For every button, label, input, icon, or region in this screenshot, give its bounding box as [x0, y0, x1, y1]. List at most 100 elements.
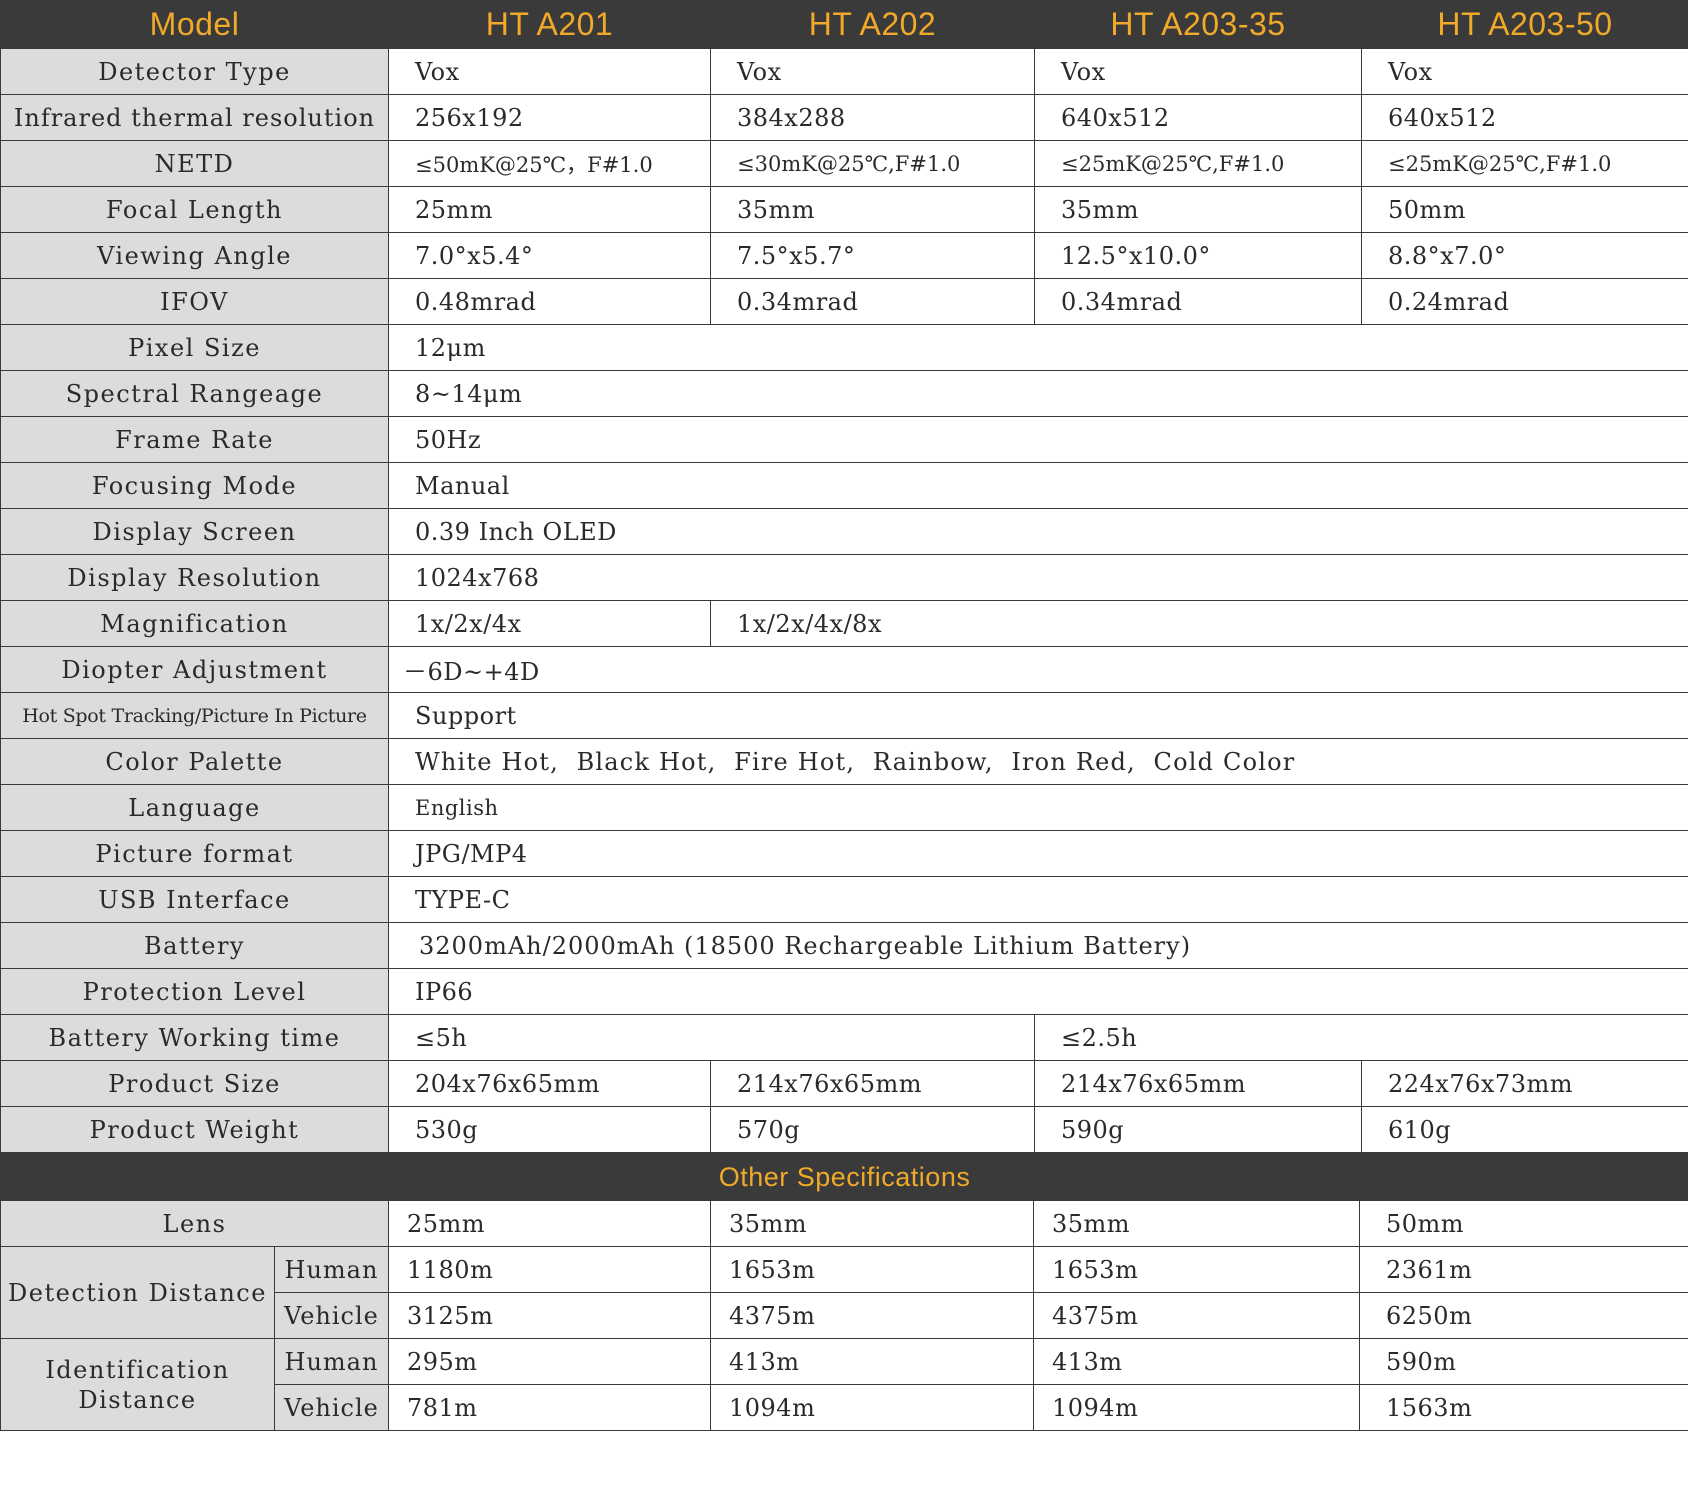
cell-value: ≤50mK@25℃，F#1.0 [388, 140, 711, 187]
cell-value: 50mm [1361, 186, 1688, 233]
cell-value: 12.5°x10.0° [1034, 232, 1362, 279]
row-diopter: Diopter Adjustment －6D~+4D [0, 646, 1688, 693]
row-pixel-size: Pixel Size 12μm [0, 324, 1688, 371]
row-detection-human: Detection Distance Human 1180m 1653m 165… [0, 1246, 1688, 1339]
cell-value: Support [388, 692, 1688, 739]
cell-value: Manual [388, 462, 1688, 509]
cell-value: 214x76x65mm [710, 1060, 1035, 1107]
cell-value: 295m [388, 1338, 711, 1385]
cell-value: 224x76x73mm [1361, 1060, 1688, 1107]
cell-value: 1563m [1358, 1384, 1688, 1431]
row-label: Pixel Size [0, 324, 389, 371]
cell-value: 413m [710, 1338, 1034, 1385]
row-label: Display Screen [0, 508, 389, 555]
row-label: Viewing Angle [0, 232, 389, 279]
cell-value: 256x192 [388, 94, 711, 141]
cell-value: 1x/2x/4x/8x [710, 600, 1688, 647]
cell-value: 2361m [1358, 1246, 1688, 1293]
cell-value: Vox [1361, 48, 1688, 95]
cell-value: ≤25mK@25℃,F#1.0 [1361, 140, 1688, 187]
row-label: NETD [0, 140, 389, 187]
cell-value: 25mm [388, 1200, 711, 1247]
cell-value: 12μm [388, 324, 1688, 371]
row-label: Focusing Mode [0, 462, 389, 509]
row-ifov: IFOV 0.48mrad 0.34mrad 0.34mrad 0.24mrad [0, 278, 1688, 325]
cell-value: 1024x768 [388, 554, 1688, 601]
cell-value: Vox [388, 48, 711, 95]
row-product-weight: Product Weight 530g 570g 590g 610g [0, 1106, 1688, 1153]
row-label: Color Palette [0, 738, 389, 785]
row-label: Language [0, 784, 389, 831]
cell-value: 50mm [1358, 1200, 1688, 1247]
cell-value: －6D~+4D [388, 646, 1688, 693]
cell-value: 25mm [388, 186, 711, 233]
sub-label: Human [274, 1246, 389, 1293]
row-product-size: Product Size 204x76x65mm 214x76x65mm 214… [0, 1060, 1688, 1107]
cell-value: 0.24mrad [1361, 278, 1688, 325]
cell-value: White Hot, Black Hot, Fire Hot, Rainbow,… [388, 738, 1688, 785]
cell-value: 1094m [1033, 1384, 1360, 1431]
model-ht-a203-50: HT A203-50 [1361, 0, 1688, 49]
cell-value: 6250m [1358, 1292, 1688, 1339]
cell-value: 0.48mrad [388, 278, 711, 325]
cell-value: TYPE-C [388, 876, 1688, 923]
cell-value: 35mm [1033, 1200, 1360, 1247]
other-specs-table: Other Specifications Lens 25mm 35mm 35mm… [0, 1153, 1688, 1431]
cell-value: 7.5°x5.7° [710, 232, 1035, 279]
row-resolution: Infrared thermal resolution 256x192 384x… [0, 94, 1688, 141]
cell-value: 1653m [1033, 1246, 1360, 1293]
cell-value: 570g [710, 1106, 1035, 1153]
cell-value: 1653m [710, 1246, 1034, 1293]
cell-value: 530g [388, 1106, 711, 1153]
cell-value: JPG/MP4 [388, 830, 1688, 877]
row-display-resolution: Display Resolution 1024x768 [0, 554, 1688, 601]
cell-value: ≤5h [388, 1014, 1035, 1061]
row-label: Lens [0, 1200, 389, 1247]
row-color-palette: Color Palette White Hot, Black Hot, Fire… [0, 738, 1688, 785]
row-detector-type: Detector Type Vox Vox Vox Vox [0, 48, 1688, 95]
cell-value: ≤30mK@25℃,F#1.0 [710, 140, 1035, 187]
row-identification-human: Identification Distance Human 295m 413m … [0, 1338, 1688, 1431]
cell-value: 35mm [710, 1200, 1034, 1247]
row-label: Product Size [0, 1060, 389, 1107]
model-header: Model [0, 0, 389, 49]
row-display-screen: Display Screen 0.39 Inch OLED [0, 508, 1688, 555]
row-frame-rate: Frame Rate 50Hz [0, 416, 1688, 463]
cell-value: 1180m [388, 1246, 711, 1293]
cell-value: ≤2.5h [1034, 1014, 1688, 1061]
cell-value: 35mm [710, 186, 1035, 233]
cell-value: 610g [1361, 1106, 1688, 1153]
row-usb: USB Interface TYPE-C [0, 876, 1688, 923]
cell-value: 3125m [388, 1292, 711, 1339]
cell-value: 590m [1358, 1338, 1688, 1385]
row-language: Language English [0, 784, 1688, 831]
row-spectral: Spectral Rangeage 8~14μm [0, 370, 1688, 417]
row-viewing-angle: Viewing Angle 7.0°x5.4° 7.5°x5.7° 12.5°x… [0, 232, 1688, 279]
cell-value: Vox [1034, 48, 1362, 95]
cell-value: ≤25mK@25℃,F#1.0 [1034, 140, 1362, 187]
row-label: Infrared thermal resolution [0, 94, 389, 141]
row-label: Detection Distance [0, 1246, 275, 1339]
row-label: Diopter Adjustment [0, 646, 389, 693]
cell-value: 0.39 Inch OLED [388, 508, 1688, 555]
cell-value: 8.8°x7.0° [1361, 232, 1688, 279]
model-ht-a203-35: HT A203-35 [1034, 0, 1362, 49]
cell-value: 4375m [1033, 1292, 1360, 1339]
cell-value: 640x512 [1034, 94, 1362, 141]
cell-value: 214x76x65mm [1034, 1060, 1362, 1107]
row-label: Magnification [0, 600, 389, 647]
row-netd: NETD ≤50mK@25℃，F#1.0 ≤30mK@25℃,F#1.0 ≤25… [0, 140, 1688, 187]
cell-value: 384x288 [710, 94, 1035, 141]
row-label: Identification Distance [0, 1338, 275, 1431]
row-label: Product Weight [0, 1106, 389, 1153]
cell-value: 781m [388, 1384, 711, 1431]
sub-label: Vehicle [274, 1292, 389, 1339]
cell-value: 413m [1033, 1338, 1360, 1385]
cell-value: 50Hz [388, 416, 1688, 463]
model-ht-a202: HT A202 [710, 0, 1035, 49]
cell-value: 7.0°x5.4° [388, 232, 711, 279]
row-protection: Protection Level IP66 [0, 968, 1688, 1015]
other-specs-header: Other Specifications [0, 1153, 1688, 1201]
other-specs-title: Other Specifications [0, 1153, 1688, 1201]
cell-value: 204x76x65mm [388, 1060, 711, 1107]
